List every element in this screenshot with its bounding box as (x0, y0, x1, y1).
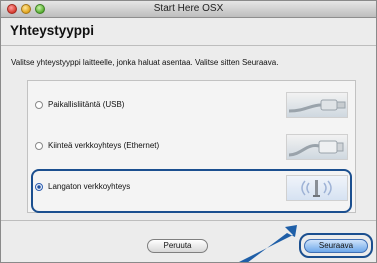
installer-window: Start Here OSX Yhteystyyppi Valitse yhte… (0, 0, 377, 263)
footer-divider (1, 220, 376, 221)
ethernet-cable-icon (286, 134, 348, 160)
next-button[interactable]: Seuraava (304, 239, 368, 253)
header-divider (1, 45, 376, 46)
cancel-button[interactable]: Peruuta (147, 239, 208, 253)
pointer-arrow-icon (239, 225, 297, 262)
usb-cable-icon (286, 92, 348, 118)
window-title: Start Here OSX (153, 3, 224, 14)
ethernet-label[interactable]: Kiinteä verkkoyhteys (Ethernet) (48, 141, 159, 150)
usb-label[interactable]: Paikallisliitäntä (USB) (48, 100, 124, 109)
wireless-option-highlight (31, 169, 352, 213)
option-ethernet[interactable]: Kiinteä verkkoyhteys (Ethernet) (28, 127, 355, 167)
page-heading: Yhteystyyppi (10, 23, 95, 38)
option-usb[interactable]: Paikallisliitäntä (USB) (28, 85, 355, 125)
ethernet-radio[interactable] (35, 142, 43, 150)
instruction-text: Valitse yhteystyyppi laitteelle, jonka h… (11, 58, 279, 67)
usb-radio[interactable] (35, 101, 43, 109)
title-bar[interactable]: Start Here OSX (1, 1, 376, 18)
